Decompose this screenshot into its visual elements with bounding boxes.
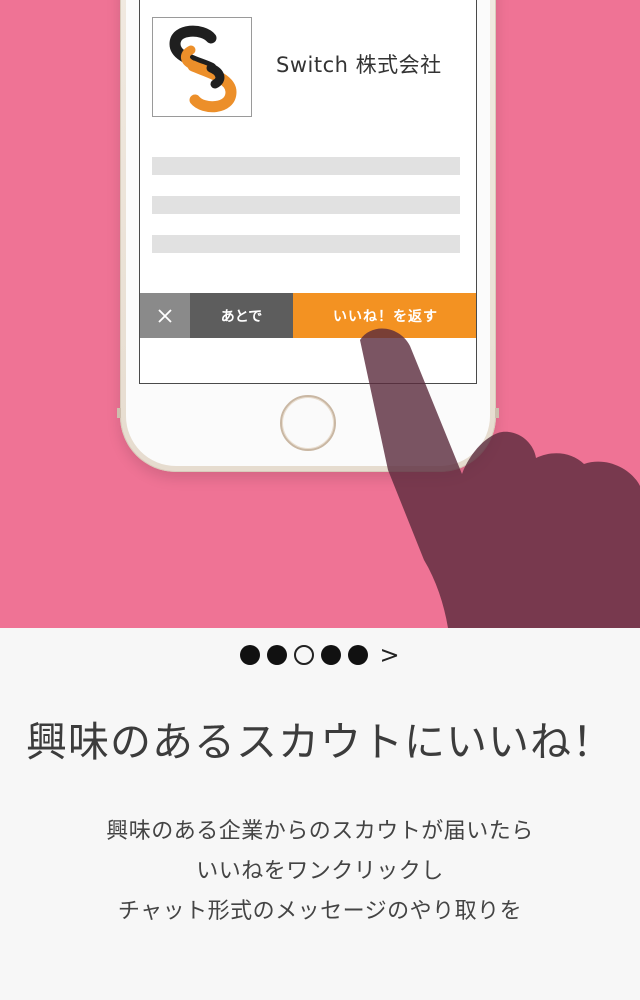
page-dot[interactable] <box>321 645 342 665</box>
pagination: > <box>0 640 640 670</box>
page-dot-current[interactable] <box>294 645 315 665</box>
description-line: いいねをワンクリックし <box>196 859 444 884</box>
next-arrow[interactable]: > <box>379 643 399 667</box>
description-line: 興味のある企業からのスカウトが届いたら <box>106 819 534 844</box>
page-title: 興味のあるスカウトにいいね！ <box>26 718 614 766</box>
pointing-hand-icon <box>360 328 640 628</box>
page-dot[interactable] <box>240 645 261 665</box>
page-dot[interactable] <box>267 645 288 665</box>
description: 興味のある企業からのスカウトが届いたら いいねをワンクリックし チャット形式のメ… <box>0 812 640 932</box>
hero-illustration: Switch 株式会社 あとで いいね！を返す <box>0 0 640 628</box>
description-line: チャット形式のメッセージのやり取りを <box>117 899 523 924</box>
page-dot[interactable] <box>348 645 369 665</box>
